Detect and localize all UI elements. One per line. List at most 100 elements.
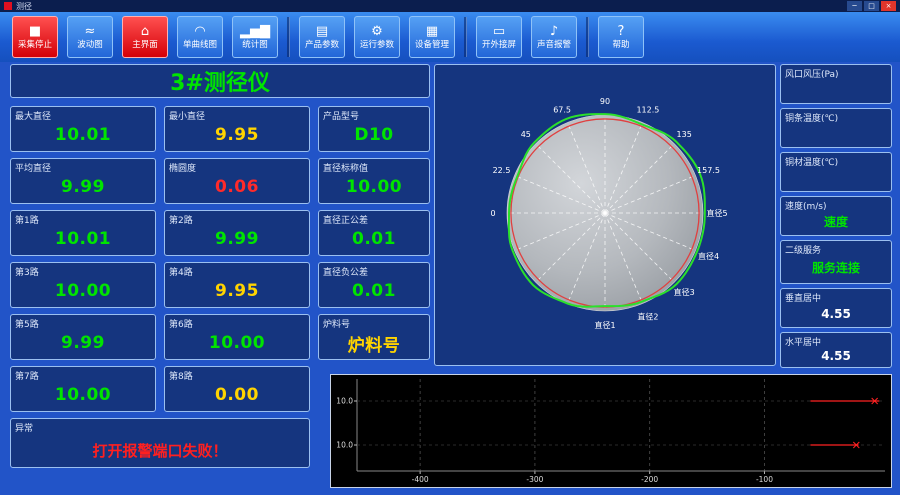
toolbar-separator bbox=[464, 17, 467, 57]
toolbar-button-label: 产品参数 bbox=[304, 40, 339, 50]
close-button[interactable]: × bbox=[881, 1, 896, 11]
help-icon: ? bbox=[617, 24, 625, 39]
window-title: 测径 bbox=[16, 1, 32, 11]
metric-value: 9.99 bbox=[61, 333, 105, 353]
toolbar-button-label: 帮助 bbox=[612, 40, 630, 50]
status-value: 速度 bbox=[823, 215, 848, 229]
titlebar: 测径 ─ □ × bbox=[0, 0, 900, 12]
device-title-text: 3#测径仪 bbox=[170, 71, 270, 96]
toolbar-separator bbox=[586, 17, 589, 57]
metric-box: 第1路 10.01 bbox=[10, 210, 156, 256]
status-value bbox=[781, 77, 891, 102]
metric-value: 9.99 bbox=[215, 229, 259, 249]
bar-chart-icon: ▂▅▇ bbox=[240, 24, 270, 39]
toolbar-button-external-screen[interactable]: ▭ 开外接屏 bbox=[476, 16, 522, 58]
metric-value: 10.01 bbox=[54, 229, 112, 249]
trend-chart: -400 -300 -200 -100 10.0 10.0 bbox=[331, 375, 891, 487]
metric-value: 10.00 bbox=[54, 281, 112, 301]
trend-chart-panel: -400 -300 -200 -100 10.0 10.0 bbox=[330, 374, 892, 488]
toolbar-button-stop-collect[interactable]: ■ 采集停止 bbox=[12, 16, 58, 58]
sound-alarm-icon: ♪ bbox=[549, 24, 559, 39]
x-tick-label: -200 bbox=[641, 475, 658, 484]
window-controls: ─ □ × bbox=[847, 1, 896, 11]
metric-box: 第3路 10.00 bbox=[10, 262, 156, 308]
toolbar-button-label: 声音报警 bbox=[536, 40, 571, 50]
polar-label: 直径5 bbox=[706, 208, 727, 218]
alarm-box: 异常 打开报警端口失败！ bbox=[10, 418, 310, 468]
metric-box: 直径负公差 0.01 bbox=[318, 262, 430, 308]
polar-label: 直径3 bbox=[674, 287, 695, 297]
polar-label: 45 bbox=[521, 130, 531, 139]
toolbar-button-label: 主界面 bbox=[132, 40, 158, 50]
toolbar-button-product-params[interactable]: ▤ 产品参数 bbox=[299, 16, 345, 58]
toolbar-button-label: 单曲线图 bbox=[182, 40, 217, 50]
metric-box: 第5路 9.99 bbox=[10, 314, 156, 360]
metric-box: 直径标称值 10.00 bbox=[318, 158, 430, 204]
minimize-button[interactable]: ─ bbox=[847, 1, 862, 11]
toolbar-button-run-params[interactable]: ⚙ 运行参数 bbox=[354, 16, 400, 58]
toolbar-button-curve-chart[interactable]: ◠ 单曲线图 bbox=[177, 16, 223, 58]
status-panel: 风口风压(Pa) 铜条温度(℃) 铜材温度(℃) 速度(m/s) 速度 二级服务 服务连接垂… bbox=[780, 64, 892, 372]
status-box: 水平居中 4.55 bbox=[780, 332, 892, 368]
status-value bbox=[781, 165, 891, 190]
toolbar-button-home[interactable]: ⌂ 主界面 bbox=[122, 16, 168, 58]
curve-chart-icon: ◠ bbox=[194, 24, 206, 39]
metrics-grid: 最大直径 10.01 最小直径 9.95 产品型号 D10 平均直径 9.99 椭圆度 0.06 直… bbox=[10, 106, 430, 412]
toolbar-button-label: 开外接屏 bbox=[481, 40, 516, 50]
x-tick-label: -300 bbox=[526, 475, 543, 484]
metric-box: 最小直径 9.95 bbox=[164, 106, 310, 152]
external-screen-icon: ▭ bbox=[492, 24, 506, 39]
metric-box: 平均直径 9.99 bbox=[10, 158, 156, 204]
device-title: 3#测径仪 bbox=[10, 64, 430, 98]
run-params-icon: ⚙ bbox=[371, 24, 383, 39]
toolbar-button-bar-chart[interactable]: ▂▅▇ 统计图 bbox=[232, 16, 278, 58]
metric-box: 椭圆度 0.06 bbox=[164, 158, 310, 204]
metric-box: 第8路 0.00 bbox=[164, 366, 310, 412]
metric-value: 10.00 bbox=[345, 177, 403, 197]
wave-chart-icon: ≈ bbox=[84, 24, 96, 39]
app-window: 测径 ─ □ × ■ 采集停止 ≈ 波动图 ⌂ 主界面 ◠ 单曲线图 ▂▅▇ 统计图 ▤ 产品参数 ⚙ 运行参… bbox=[0, 0, 900, 495]
polar-label: 67.5 bbox=[553, 106, 571, 115]
alarm-message: 打开报警端口失败！ bbox=[92, 441, 228, 460]
metric-value: 0.00 bbox=[215, 385, 259, 405]
metric-value: 9.99 bbox=[61, 177, 105, 197]
metric-value: 9.95 bbox=[215, 281, 259, 301]
status-box: 铜条温度(℃) bbox=[780, 108, 892, 148]
status-box: 二级服务 服务连接 bbox=[780, 240, 892, 284]
metric-box: 直径正公差 0.01 bbox=[318, 210, 430, 256]
status-value: 4.55 bbox=[821, 306, 851, 321]
toolbar-button-device-manage[interactable]: ▦ 设备管理 bbox=[409, 16, 455, 58]
polar-label: 112.5 bbox=[636, 106, 659, 115]
status-box: 垂直居中 4.55 bbox=[780, 288, 892, 328]
y-tick-label: 10.0 bbox=[336, 441, 353, 450]
polar-label: 22.5 bbox=[493, 166, 511, 175]
metric-box: 炉料号 炉料号 bbox=[318, 314, 430, 360]
metric-value: 0.01 bbox=[352, 281, 396, 301]
metric-value: 10.00 bbox=[208, 333, 266, 353]
polar-label: 135 bbox=[677, 130, 692, 139]
status-box: 铜材温度(℃) bbox=[780, 152, 892, 192]
stop-collect-icon: ■ bbox=[28, 24, 42, 39]
metric-value: 9.95 bbox=[215, 125, 259, 145]
metric-box: 第6路 10.00 bbox=[164, 314, 310, 360]
metric-value: 炉料号 bbox=[347, 335, 401, 356]
metric-value: 10.01 bbox=[54, 125, 112, 145]
x-tick-label: -400 bbox=[412, 475, 429, 484]
polar-chart: 0 22.5 45 67.5 90 112.5 135 157.5 直径5 直径4 直径3 直径2 直径… bbox=[490, 97, 727, 330]
status-value: 服务连接 bbox=[811, 261, 860, 275]
metric-box: 产品型号 D10 bbox=[318, 106, 430, 152]
toolbar: ■ 采集停止 ≈ 波动图 ⌂ 主界面 ◠ 单曲线图 ▂▅▇ 统计图 ▤ 产品参数 ⚙ 运行参数 ▦ 设备管理 ▭… bbox=[0, 12, 900, 62]
metric-box: 第2路 9.99 bbox=[164, 210, 310, 256]
status-value: 4.55 bbox=[821, 348, 851, 363]
status-box: 速度(m/s) 速度 bbox=[780, 196, 892, 236]
metric-box: 第7路 10.00 bbox=[10, 366, 156, 412]
x-tick-label: -100 bbox=[756, 475, 773, 484]
toolbar-button-sound-alarm[interactable]: ♪ 声音报警 bbox=[531, 16, 577, 58]
toolbar-button-help[interactable]: ? 帮助 bbox=[598, 16, 644, 58]
toolbar-button-label: 波动图 bbox=[77, 40, 103, 50]
home-icon: ⌂ bbox=[140, 24, 150, 39]
maximize-button[interactable]: □ bbox=[864, 1, 879, 11]
toolbar-button-wave-chart[interactable]: ≈ 波动图 bbox=[67, 16, 113, 58]
toolbar-button-label: 设备管理 bbox=[414, 40, 449, 50]
status-box: 风口风压(Pa) bbox=[780, 64, 892, 104]
